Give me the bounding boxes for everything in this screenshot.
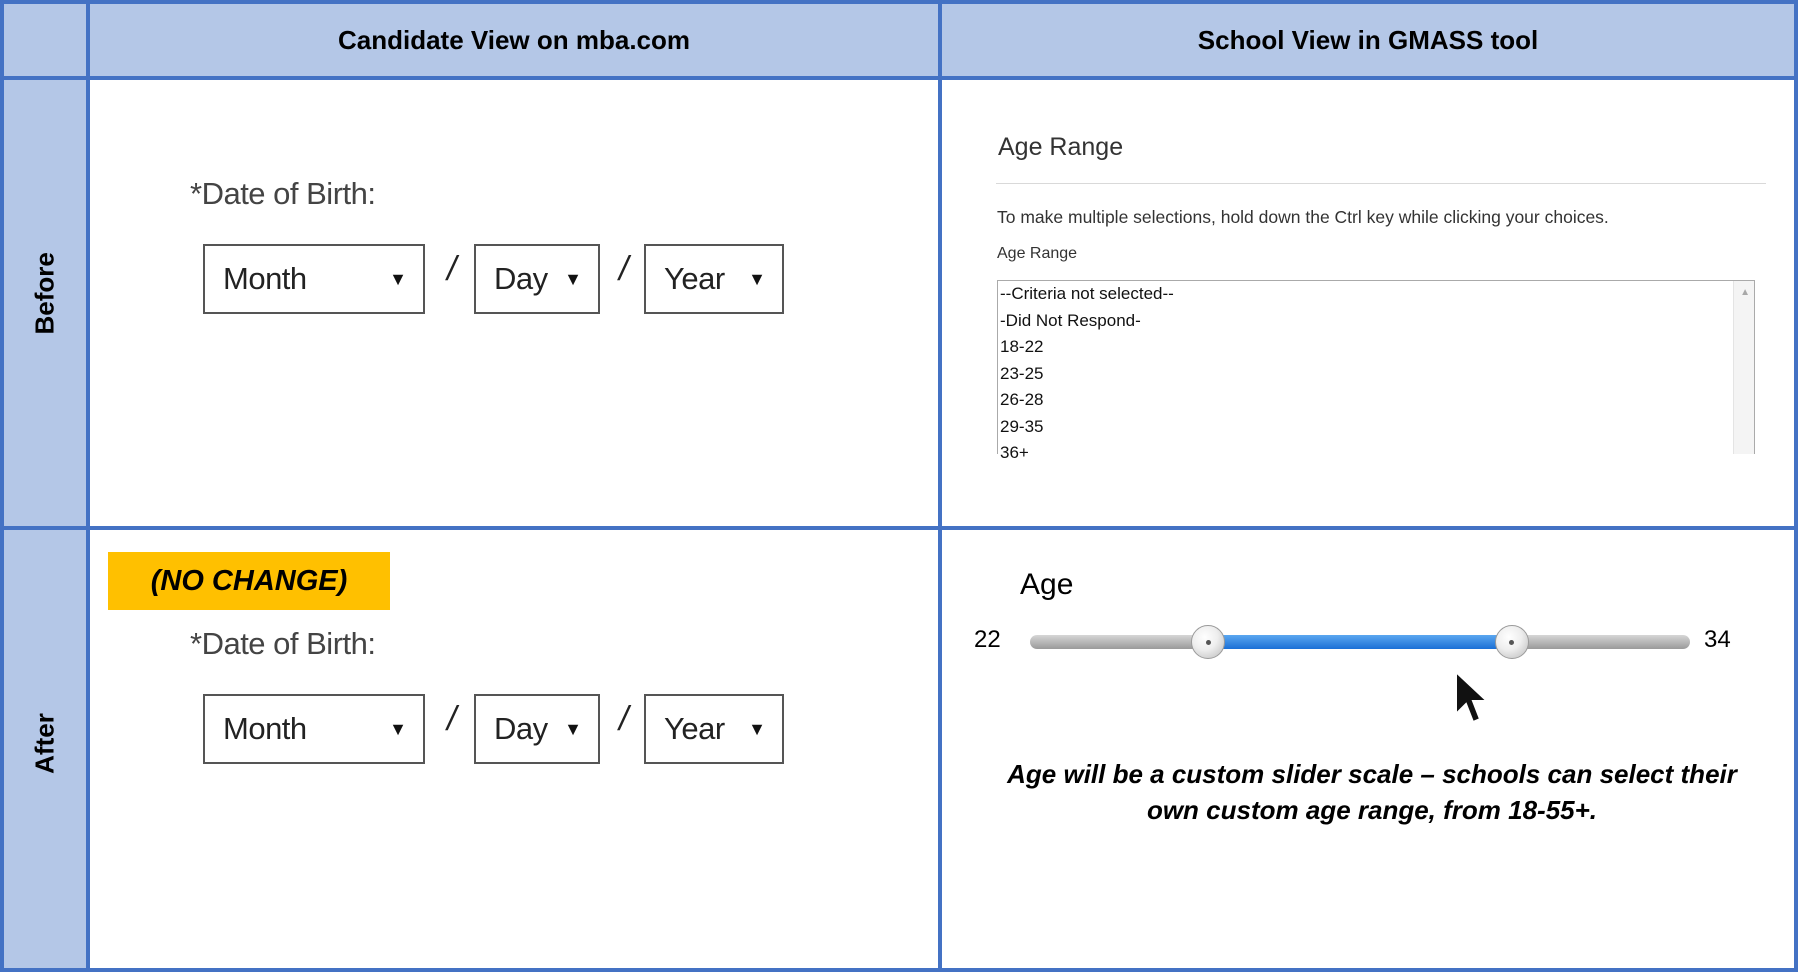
age-range-option[interactable]: 36+ xyxy=(998,440,1754,467)
age-title: Age xyxy=(1020,568,1074,601)
triangle-down-icon: ▼ xyxy=(564,268,582,289)
listbox-scrollbar[interactable]: ▲ xyxy=(1733,281,1754,454)
year-select-value: Year xyxy=(664,261,725,296)
before-school-cell: Age Range To make multiple selections, h… xyxy=(938,76,1798,530)
triangle-down-icon: ▼ xyxy=(564,718,582,739)
row-after-label: After xyxy=(29,713,60,774)
date-separator: / xyxy=(619,250,629,288)
multi-select-helper: To make multiple selections, hold down t… xyxy=(997,207,1609,227)
day-select-value: Day xyxy=(494,261,548,296)
age-range-option[interactable]: 29-35 xyxy=(998,414,1754,441)
age-range-option[interactable]: --Criteria not selected-- xyxy=(998,281,1754,308)
handle-dot xyxy=(1509,639,1515,645)
year-select-value: Year xyxy=(664,711,725,746)
title-divider xyxy=(996,183,1766,184)
no-change-badge: (NO CHANGE) xyxy=(108,552,390,610)
triangle-down-icon: ▼ xyxy=(389,718,407,739)
day-select[interactable]: Day ▼ xyxy=(474,244,600,314)
year-select[interactable]: Year ▼ xyxy=(644,694,784,764)
day-select-value: Day xyxy=(494,711,548,746)
after-school-cell: Age 22 34 Age will be a custom slider sc… xyxy=(938,526,1798,972)
date-separator: / xyxy=(619,700,629,738)
comparison-table: Candidate View on mba.com School View in… xyxy=(0,0,1798,972)
slider-low-handle[interactable] xyxy=(1191,625,1226,659)
triangle-down-icon: ▼ xyxy=(748,268,766,289)
year-select[interactable]: Year ▼ xyxy=(644,244,784,314)
slider-high-handle[interactable] xyxy=(1494,625,1529,659)
after-candidate-cell: (NO CHANGE) *Date of Birth: Month ▼ / Da… xyxy=(86,526,942,972)
month-select-value: Month xyxy=(223,711,307,746)
age-range-option[interactable]: 18-22 xyxy=(998,334,1754,361)
header-school-view: School View in GMASS tool xyxy=(938,0,1798,80)
header-candidate-label: Candidate View on mba.com xyxy=(337,24,691,55)
mouse-pointer-icon xyxy=(1455,670,1490,724)
day-select[interactable]: Day ▼ xyxy=(474,694,600,764)
header-school-label: School View in GMASS tool xyxy=(1197,24,1539,55)
corner-cell xyxy=(0,0,90,80)
date-separator: / xyxy=(447,250,457,288)
row-before-label-cell: Before xyxy=(0,76,90,530)
handle-dot xyxy=(1205,639,1211,645)
month-select[interactable]: Month ▼ xyxy=(203,244,425,314)
age-range-list-label: Age Range xyxy=(997,245,1078,262)
note-line-2: own custom age range, from 18-55+. xyxy=(1146,795,1598,825)
slider-selected-range xyxy=(1208,635,1512,649)
dob-label: *Date of Birth: xyxy=(190,176,376,211)
scroll-up-icon[interactable]: ▲ xyxy=(1740,287,1750,298)
note-line-1: Age will be a custom slider scale – scho… xyxy=(1007,759,1737,789)
age-range-option[interactable]: 23-25 xyxy=(998,361,1754,388)
row-after-label-cell: After xyxy=(0,526,90,972)
month-select-value: Month xyxy=(223,261,307,296)
header-candidate-view: Candidate View on mba.com xyxy=(86,0,942,80)
month-select[interactable]: Month ▼ xyxy=(203,694,425,764)
age-range-title: Age Range xyxy=(998,133,1124,161)
age-range-listbox[interactable]: --Criteria not selected-- -Did Not Respon… xyxy=(997,280,1755,462)
triangle-down-icon: ▼ xyxy=(389,268,407,289)
age-range-option[interactable]: -Did Not Respond- xyxy=(998,308,1754,335)
before-candidate-cell: *Date of Birth: Month ▼ / Day ▼ / Year ▼ xyxy=(86,76,942,530)
triangle-down-icon: ▼ xyxy=(748,718,766,739)
row-before-label: Before xyxy=(29,252,60,335)
date-separator: / xyxy=(447,700,457,738)
age-range-option[interactable]: 26-28 xyxy=(998,387,1754,414)
age-range-slider[interactable] xyxy=(1030,624,1690,664)
slider-explanation-note: Age will be a custom slider scale – scho… xyxy=(962,756,1782,828)
slider-min-value: 22 xyxy=(974,626,1001,653)
age-range-options: --Criteria not selected-- -Did Not Respon… xyxy=(998,281,1754,467)
slider-max-value: 34 xyxy=(1704,626,1731,653)
dob-label: *Date of Birth: xyxy=(190,626,376,661)
